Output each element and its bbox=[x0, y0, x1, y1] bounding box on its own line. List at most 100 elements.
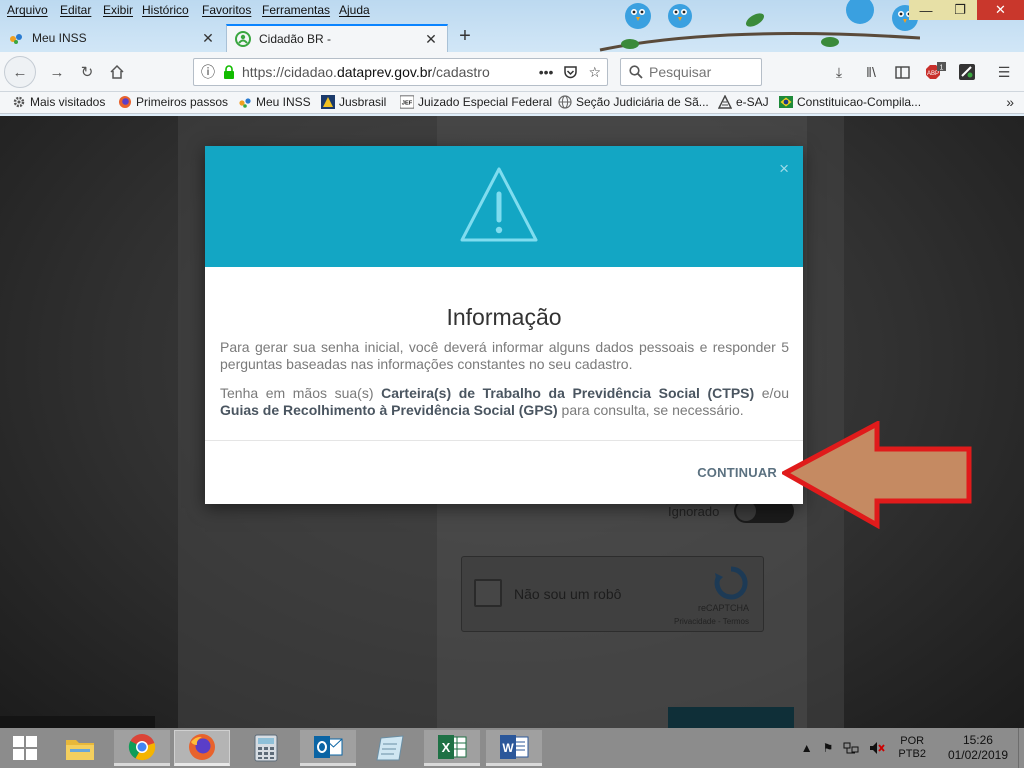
taskbar-excel[interactable]: X bbox=[424, 730, 480, 766]
volume-muted-icon[interactable] bbox=[869, 741, 886, 755]
bookmark-label: Juizado Especial Federal bbox=[418, 95, 553, 109]
clock-time: 15:26 bbox=[962, 733, 993, 747]
menu-ferramentas[interactable]: Ferramentas bbox=[262, 3, 330, 17]
chevron-double-right-icon[interactable]: » bbox=[1006, 94, 1014, 110]
bookmark-star-icon[interactable]: ☆ bbox=[588, 64, 601, 81]
downloads-button[interactable]: ⤓ bbox=[828, 62, 850, 82]
open-menu-button[interactable]: ☰ bbox=[993, 62, 1015, 82]
meu-inss-icon bbox=[239, 98, 251, 108]
recaptcha-checkbox[interactable] bbox=[474, 579, 502, 607]
lock-icon bbox=[224, 65, 234, 79]
bookmark-juizado-especial-federal[interactable]: JEF Juizado Especial Federal bbox=[400, 95, 552, 109]
new-tab-button[interactable]: + bbox=[452, 25, 478, 49]
back-button[interactable]: ← bbox=[4, 56, 36, 88]
meu-inss-favicon-icon bbox=[10, 34, 22, 44]
search-box[interactable] bbox=[620, 58, 762, 86]
modal-header: × bbox=[205, 146, 803, 267]
info-icon[interactable]: ⓘ bbox=[194, 62, 222, 82]
tab-strip: Meu INSS ✕ Cidadão BR - ✕ bbox=[0, 22, 1024, 52]
address-bar[interactable]: ⓘ https://cidadao.dataprev.gov.br/cadast… bbox=[193, 58, 608, 86]
bookmark-e-saj[interactable]: e-SAJ bbox=[718, 95, 769, 109]
input-language-indicator[interactable]: POR PTB2 bbox=[898, 735, 926, 761]
minimize-button[interactable]: — bbox=[909, 0, 943, 20]
page-actions-icon[interactable]: ••• bbox=[539, 64, 554, 80]
network-icon[interactable] bbox=[843, 741, 859, 755]
library-button[interactable]: ‖\ bbox=[860, 62, 882, 82]
forward-button[interactable]: → bbox=[44, 60, 70, 84]
bookmark-secao-judiciaria[interactable]: Seção Judiciária de Sã... bbox=[558, 95, 709, 109]
modal-divider bbox=[205, 440, 803, 441]
firefox-icon bbox=[189, 734, 215, 760]
chrome-icon bbox=[128, 733, 156, 760]
taskbar-firefox[interactable] bbox=[174, 730, 230, 766]
clock[interactable]: 15:26 01/02/2019 bbox=[948, 733, 1008, 763]
keyboard-layout: PTB2 bbox=[898, 748, 926, 760]
download-icon: ⤓ bbox=[835, 63, 843, 80]
taskbar-chrome[interactable] bbox=[114, 730, 170, 766]
menu-ajuda[interactable]: Ajuda bbox=[339, 3, 370, 17]
submit-button[interactable] bbox=[668, 707, 794, 728]
taskbar-file-explorer[interactable] bbox=[52, 730, 108, 766]
tab-close-icon[interactable]: ✕ bbox=[423, 31, 439, 48]
taskbar-calculator[interactable] bbox=[238, 730, 294, 766]
bookmark-label: e-SAJ bbox=[736, 95, 769, 109]
extension-button[interactable] bbox=[956, 62, 978, 82]
bookmark-primeiros-passos[interactable]: Primeiros passos bbox=[118, 95, 228, 109]
home-button[interactable] bbox=[104, 60, 130, 84]
restore-button[interactable]: ❐ bbox=[943, 0, 977, 20]
menu-historico[interactable]: Histórico bbox=[142, 3, 189, 17]
bookmark-label: Mais visitados bbox=[30, 95, 106, 109]
globe-icon bbox=[558, 95, 572, 109]
bookmark-label: Constituicao-Compila... bbox=[797, 95, 922, 109]
continue-button[interactable]: CONTINUAR bbox=[697, 465, 777, 480]
folder-icon bbox=[66, 740, 94, 760]
tab-close-icon[interactable]: ✕ bbox=[200, 30, 216, 47]
browser-chrome: Arquivo Editar Exibir Histórico Favorito… bbox=[0, 0, 1024, 116]
adblock-icon: ABP1 bbox=[926, 62, 946, 79]
jef-icon: JEF bbox=[400, 95, 414, 109]
sidebar-button[interactable] bbox=[891, 62, 913, 82]
window-close-button[interactable]: ✕ bbox=[977, 0, 1024, 20]
bookmark-mais-visitados[interactable]: Mais visitados bbox=[12, 95, 105, 109]
excel-icon: X bbox=[438, 734, 467, 759]
recaptcha-label: Não sou um robô bbox=[514, 586, 622, 602]
footer-block bbox=[0, 716, 155, 728]
toggle-label: Ignorado bbox=[668, 504, 720, 519]
url-text: https://cidadao.dataprev.gov.br/cadastro bbox=[242, 64, 490, 80]
reload-button[interactable]: ↻ bbox=[74, 60, 100, 84]
taskbar-word[interactable]: W bbox=[486, 730, 542, 766]
bookmark-jusbrasil[interactable]: Jusbrasil bbox=[321, 95, 386, 109]
hamburger-menu-icon: ☰ bbox=[997, 63, 1011, 80]
tab-label: Cidadão BR - bbox=[259, 32, 332, 46]
bookmark-constituicao[interactable]: Constituicao-Compila... bbox=[779, 95, 921, 109]
tab-meu-inss[interactable]: Meu INSS ✕ bbox=[0, 24, 224, 52]
adblock-button[interactable]: ABP 1 bbox=[924, 62, 946, 82]
menu-exibir[interactable]: Exibir bbox=[103, 3, 133, 17]
search-input[interactable] bbox=[649, 64, 749, 80]
jusbrasil-icon bbox=[321, 95, 335, 109]
pocket-icon[interactable] bbox=[563, 65, 578, 80]
start-button[interactable] bbox=[0, 728, 50, 768]
arrow-left-icon: ← bbox=[12, 63, 28, 81]
windows-logo-icon bbox=[13, 736, 37, 760]
bookmarks-toolbar: Mais visitados Primeiros passos Meu INSS… bbox=[0, 92, 1024, 114]
show-hidden-icons-icon[interactable]: ▲ bbox=[801, 741, 813, 755]
bookmark-meu-inss[interactable]: Meu INSS bbox=[238, 95, 311, 109]
tab-cidadao-br[interactable]: Cidadão BR - ✕ bbox=[226, 24, 448, 52]
modal-body: Para gerar sua senha inicial, você dever… bbox=[220, 339, 789, 419]
modal-close-icon[interactable]: × bbox=[779, 160, 789, 177]
taskbar-notepad[interactable] bbox=[362, 730, 418, 766]
gear-icon bbox=[13, 96, 25, 108]
menu-editar[interactable]: Editar bbox=[60, 3, 91, 17]
tab-label: Meu INSS bbox=[32, 31, 87, 45]
notification-badge: 1 bbox=[940, 65, 944, 72]
taskbar-outlook[interactable] bbox=[300, 730, 356, 766]
menu-arquivo[interactable]: Arquivo bbox=[7, 3, 48, 17]
menu-favoritos[interactable]: Favoritos bbox=[202, 3, 251, 17]
language-code: POR bbox=[900, 735, 925, 747]
recaptcha-terms-link[interactable]: Privacidade - Termos bbox=[674, 617, 749, 626]
extension-icon bbox=[959, 64, 975, 80]
flag-icon[interactable]: ⚑ bbox=[823, 741, 834, 755]
minimize-icon: — bbox=[919, 2, 933, 18]
show-desktop-button[interactable] bbox=[1018, 728, 1024, 768]
